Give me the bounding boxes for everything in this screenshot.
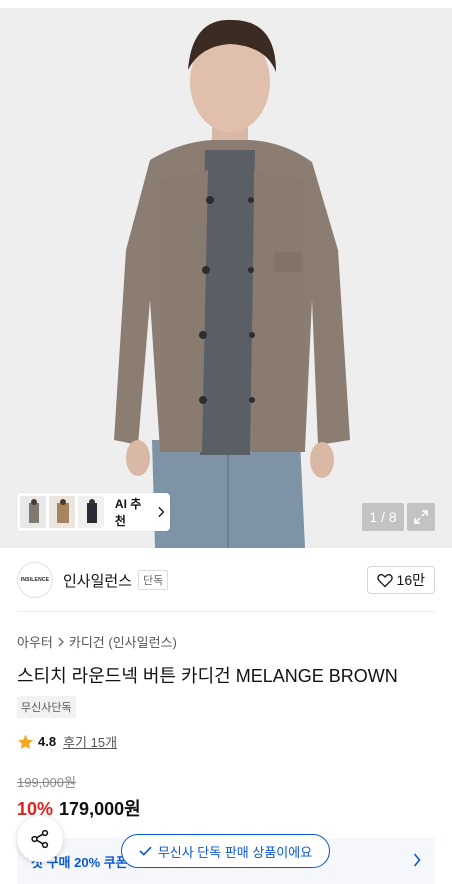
brand-logo-text: INSILENCE (20, 577, 50, 583)
like-count: 16만 (396, 572, 425, 588)
musinsa-exclusive-badge: 무신사단독 (17, 696, 76, 718)
sale-price: 179,000원 (59, 799, 141, 819)
share-icon (31, 829, 49, 849)
brand-logo[interactable]: INSILENCE (17, 562, 53, 598)
status-spacer (0, 0, 452, 8)
rating-row: 4.8 후기 15개 (17, 732, 117, 751)
product-photo (0, 0, 452, 548)
chevron-right-icon (413, 853, 421, 867)
breadcrumb: 아우터 카디건 (인사일런스) (17, 632, 177, 651)
exclusive-toast: 무신사 단독 판매 상품이에요 (121, 834, 330, 868)
chevron-right-icon (58, 637, 64, 646)
recommend-thumbnail (77, 496, 104, 528)
product-image-gallery[interactable]: AI 추천 1 / 8 (0, 0, 452, 548)
check-icon (139, 846, 152, 856)
recommend-thumbnail (20, 496, 46, 528)
recommend-thumbnail (48, 496, 75, 528)
breadcrumb-item-outer[interactable]: 아우터 (17, 632, 53, 651)
like-button[interactable]: 16만 (366, 566, 435, 594)
exclusive-brand-badge: 단독 (138, 570, 169, 590)
image-counter: 1 / 8 (362, 503, 404, 531)
original-price: 199,000원 (17, 775, 76, 790)
star-icon (18, 734, 33, 749)
brand-name[interactable]: 인사일런스 (63, 570, 132, 591)
chevron-right-icon (157, 506, 165, 518)
heart-icon (376, 573, 393, 587)
expand-icon (414, 510, 428, 524)
brand-row: INSILENCE 인사일런스 단독 16만 (17, 560, 435, 600)
breadcrumb-item-cardigan[interactable]: 카디건 (인사일런스) (69, 632, 177, 651)
share-button[interactable] (17, 816, 63, 862)
rating-value: 4.8 (38, 734, 57, 749)
ai-recommend-button[interactable]: AI 추천 (17, 493, 170, 531)
review-count-link[interactable]: 후기 15개 (63, 732, 117, 751)
fullscreen-button[interactable] (407, 503, 435, 531)
ai-recommend-label: AI 추천 (114, 497, 142, 528)
divider (17, 611, 435, 612)
toast-text: 무신사 단독 판매 상품이에요 (157, 844, 313, 860)
product-title: 스티치 라운드넥 버튼 카디건 MELANGE BROWN (17, 666, 398, 686)
